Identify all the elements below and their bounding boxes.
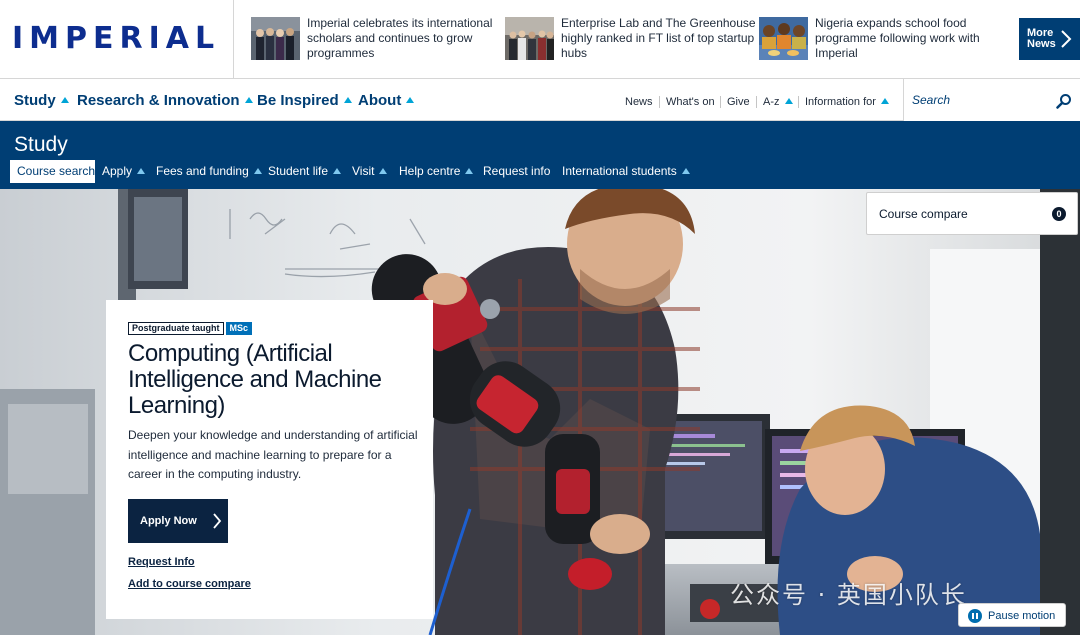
tag-postgraduate-taught: Postgraduate taught	[128, 322, 224, 335]
chevron-right-icon	[213, 513, 222, 529]
triangle-up-icon	[60, 97, 69, 104]
course-compare-label: Course compare	[879, 207, 968, 221]
course-description: Deepen your knowledge and understanding …	[128, 428, 418, 481]
study-nav-student-life[interactable]: Student life	[268, 164, 342, 178]
triangle-up-icon	[253, 167, 262, 174]
news-headline: Enterprise Lab and The Greenhouse highly…	[561, 16, 756, 60]
search-input[interactable]	[912, 90, 1052, 110]
pause-icon	[968, 609, 982, 623]
util-a-z-link[interactable]: A-z	[756, 96, 793, 108]
triangle-up-icon	[244, 97, 253, 104]
logo-divider	[233, 0, 234, 79]
search-container	[903, 79, 1080, 121]
triangle-up-icon	[379, 167, 388, 174]
study-nav-request-info[interactable]: Request info	[483, 164, 550, 178]
request-info-link[interactable]: Request Info	[128, 556, 195, 568]
util-whats-on-link[interactable]: What's on	[659, 96, 715, 108]
nav-research-innovation[interactable]: Research & Innovation	[77, 92, 253, 109]
apply-now-button[interactable]: Apply Now	[128, 499, 228, 543]
group-photo-thumbnail	[251, 17, 300, 60]
event-photo-thumbnail	[505, 17, 554, 60]
study-nav-fees-funding[interactable]: Fees and funding	[156, 164, 262, 178]
triangle-up-icon	[406, 97, 415, 104]
triangle-up-icon	[784, 98, 793, 105]
study-nav-help-centre[interactable]: Help centre	[399, 164, 474, 178]
pause-motion-button[interactable]: Pause motion	[958, 603, 1066, 627]
news-headline: Imperial celebrates its international sc…	[307, 16, 493, 60]
nav-study[interactable]: Study	[14, 92, 69, 109]
imperial-logo[interactable]: IMPERIAL	[12, 24, 220, 54]
course-compare-panel[interactable]: Course compare 0	[866, 192, 1078, 235]
util-information-for-link[interactable]: Information for	[798, 96, 889, 108]
children-photo-thumbnail	[759, 17, 808, 60]
nav-be-inspired[interactable]: Be Inspired	[257, 92, 352, 109]
triangle-up-icon	[465, 167, 474, 174]
compare-count-badge: 0	[1052, 207, 1066, 221]
study-nav-international-students[interactable]: International students	[562, 164, 690, 178]
course-card: Postgraduate taught MSc Computing (Artifi…	[106, 300, 433, 619]
triangle-up-icon	[333, 167, 342, 174]
study-nav-visit[interactable]: Visit	[352, 164, 388, 178]
triangle-up-icon	[681, 167, 690, 174]
tag-msc: MSc	[225, 322, 253, 335]
watermark-text: 公众号 · 英国小队长	[730, 581, 967, 609]
add-to-compare-link[interactable]: Add to course compare	[128, 578, 251, 590]
nav-about[interactable]: About	[358, 92, 415, 109]
more-news-button[interactable]: More News	[1019, 18, 1080, 60]
apply-now-label: Apply Now	[140, 515, 197, 527]
search-icon[interactable]	[1056, 93, 1072, 109]
news-headline: Nigeria expands school food programme fo…	[815, 16, 980, 60]
course-tags: Postgraduate taught MSc	[128, 322, 253, 335]
triangle-up-icon	[343, 97, 352, 104]
triangle-up-icon	[137, 167, 146, 174]
top-bar: IMPERIAL Imperial celebrates its interna…	[0, 0, 1080, 79]
util-news-link[interactable]: News	[625, 96, 653, 108]
course-title: Computing (Artificial Intelligence and M…	[128, 340, 382, 419]
study-nav-course-search[interactable]: Course search	[10, 160, 95, 183]
section-title: Study	[14, 133, 68, 156]
util-give-link[interactable]: Give	[720, 96, 750, 108]
pause-motion-label: Pause motion	[988, 610, 1056, 622]
chevron-right-icon	[1061, 30, 1072, 48]
triangle-up-icon	[880, 98, 889, 105]
study-nav-apply[interactable]: Apply	[102, 164, 146, 178]
study-section-bar: Study Course search Apply Fees and fundi…	[0, 121, 1080, 189]
